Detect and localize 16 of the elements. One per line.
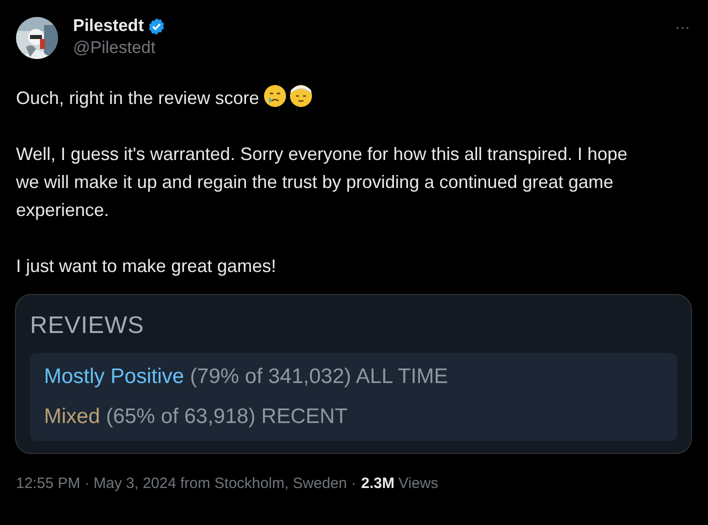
views-count: 2.3M xyxy=(361,474,395,494)
tweet-timestamp[interactable]: 12:55 PM · May 3, 2024 from Stockholm, Sweden · xyxy=(16,474,356,494)
bandaged-face-icon xyxy=(289,84,314,108)
review-detail: (79% of 341,032) ALL TIME xyxy=(190,364,448,390)
tweet-text: Ouch, right in the review score xyxy=(16,88,260,108)
author-name[interactable]: Pilestedt xyxy=(73,15,144,37)
views-label: Views xyxy=(398,474,438,494)
author-handle[interactable]: @Pilestedt xyxy=(73,37,166,59)
review-detail: (65% of 63,918) RECENT xyxy=(106,404,348,430)
tweet-text: Well, I guess it's warranted. Sorry everyone for how this all transpired. I hope we will make it up and regain the trust by providing a continued great game experience. xyxy=(16,144,628,220)
crying-face-icon xyxy=(263,84,288,108)
review-rating: Mixed xyxy=(44,404,100,430)
reviews-title: REVIEWS xyxy=(30,311,146,341)
more-button[interactable]: ··· xyxy=(675,20,690,35)
tweet-text: I just want to make great games! xyxy=(16,256,276,276)
review-rating: Mostly Positive xyxy=(44,364,184,390)
